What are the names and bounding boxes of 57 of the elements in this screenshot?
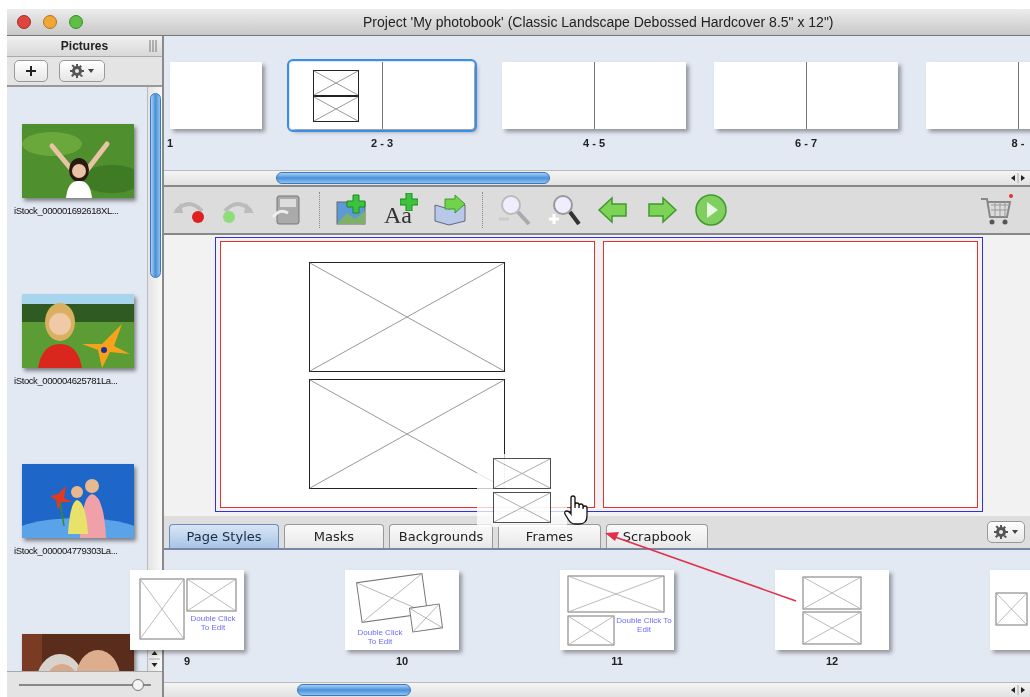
settings-icon	[68, 63, 96, 79]
tab[interactable]: Backgrounds	[389, 524, 493, 548]
page-style-thumbnail[interactable]	[775, 570, 889, 650]
spread-thumbnail[interactable]	[290, 62, 474, 129]
photo-frame	[802, 611, 862, 645]
scroll-thumb[interactable]	[297, 684, 411, 696]
placeholder-caption: Double Click To Edit	[616, 616, 672, 634]
scroll-thumb[interactable]	[150, 93, 161, 278]
photo-frame	[802, 576, 862, 610]
tab[interactable]: Masks	[284, 524, 384, 548]
export-book-icon[interactable]	[433, 193, 467, 227]
settings-button[interactable]	[987, 521, 1025, 543]
file-name: iStock_000001692618XL...	[14, 205, 119, 216]
page-style-label: 9	[183, 655, 191, 667]
zoom-button[interactable]	[69, 15, 83, 29]
horizontal-scrollbar[interactable]	[164, 170, 1030, 185]
page-style-thumbnail[interactable]: Double Click To Edit	[345, 570, 459, 650]
settings-icon	[992, 524, 1020, 540]
file-name: iStock_000004779303La...	[14, 545, 118, 556]
photo-frame	[312, 95, 359, 122]
shopping-cart-icon[interactable]	[979, 193, 1013, 227]
photo-frame	[567, 615, 615, 646]
book-page[interactable]	[220, 241, 595, 508]
photo-frame	[312, 69, 359, 96]
spread-label: 2 - 3	[371, 137, 393, 149]
spread-label: 8 -	[1011, 137, 1025, 149]
spread-label: 1	[166, 137, 174, 149]
page-style-label: 11	[611, 655, 623, 667]
zoom-out-icon[interactable]	[498, 193, 532, 227]
resize-grip-icon[interactable]	[149, 40, 158, 52]
page-style-thumbnail[interactable]: Double Click To Edit	[130, 570, 244, 650]
window-title: Project 'My photobook' (Classic Landscape Debossed Hardcover 8.5" x 12")	[363, 14, 834, 30]
page-style-label: 12	[825, 655, 839, 667]
tab[interactable]: Scrapbook	[606, 524, 708, 548]
photo-frame	[995, 592, 1028, 626]
minimize-button[interactable]	[43, 15, 57, 29]
settings-button[interactable]	[59, 60, 105, 82]
spread-label: 4 - 5	[583, 137, 605, 149]
page-style-thumbnail[interactable]: Double Click To Edit	[560, 570, 674, 650]
add-button[interactable]	[14, 60, 48, 82]
spread-thumbnail[interactable]	[502, 62, 686, 129]
add-photo-icon[interactable]	[335, 193, 369, 227]
plus-icon	[25, 65, 37, 77]
panel-title: Pictures	[60, 39, 109, 53]
spread-thumbnail[interactable]	[714, 62, 898, 129]
placeholder-caption: Double Click To Edit	[355, 628, 405, 646]
slider-thumb[interactable]	[132, 678, 145, 691]
close-button[interactable]	[17, 15, 31, 29]
tab[interactable]: Page Styles	[169, 524, 279, 548]
page-style-label: 10	[395, 655, 409, 667]
horizontal-scrollbar[interactable]	[164, 682, 1030, 697]
file-name: iStock_000004625781La...	[14, 375, 118, 386]
zoom-in-icon[interactable]	[547, 193, 581, 227]
spread-label: 6 - 7	[795, 137, 817, 149]
photo-frame	[493, 492, 551, 523]
scroll-thumb[interactable]	[276, 172, 550, 184]
play-icon[interactable]	[694, 193, 728, 227]
